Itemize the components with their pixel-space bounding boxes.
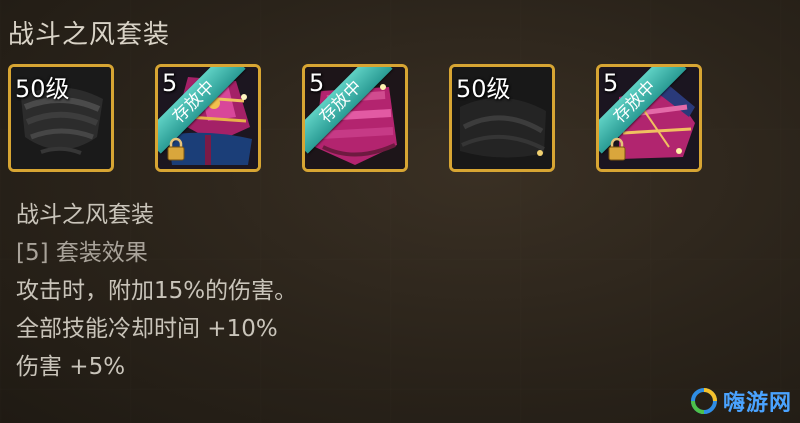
item-level: 5 xyxy=(162,69,178,97)
item-level: 50级 xyxy=(15,75,70,103)
set-name: 战斗之风套装 xyxy=(16,202,154,228)
item-level: 5 xyxy=(309,69,325,97)
item-level: 50级 xyxy=(456,75,511,103)
set-effect-3: 伤害 +5% xyxy=(16,354,126,380)
equipment-slot-2[interactable]: 5 存放中 xyxy=(155,64,261,172)
equipment-slot-3[interactable]: 5 存放中 xyxy=(302,64,408,172)
equipment-slot-5[interactable]: 5 存放中 xyxy=(596,64,702,172)
watermark-text: 嗨游网 xyxy=(722,391,792,416)
equipment-slots: 50级 5 存放中 5 存放中 50级 5 存放中 xyxy=(8,64,720,176)
site-logo-icon xyxy=(690,388,717,414)
set-effect-1: 攻击时，附加15%的伤害。 xyxy=(16,278,298,304)
lock-icon xyxy=(608,137,626,161)
watermark: 嗨游网 xyxy=(690,385,792,417)
set-effect-header: [5] 套装效果 xyxy=(16,240,148,266)
set-title: 战斗之风套装 xyxy=(8,20,171,50)
equipment-slot-4[interactable]: 50级 xyxy=(449,64,555,172)
item-level: 5 xyxy=(603,69,619,97)
lock-icon xyxy=(167,137,185,161)
equipment-slot-1[interactable]: 50级 xyxy=(8,64,114,172)
set-effect-2: 全部技能冷却时间 +10% xyxy=(16,316,278,342)
set-details: 战斗之风套装 [5] 套装效果 攻击时，附加15%的伤害。 全部技能冷却时间 +… xyxy=(16,196,297,386)
